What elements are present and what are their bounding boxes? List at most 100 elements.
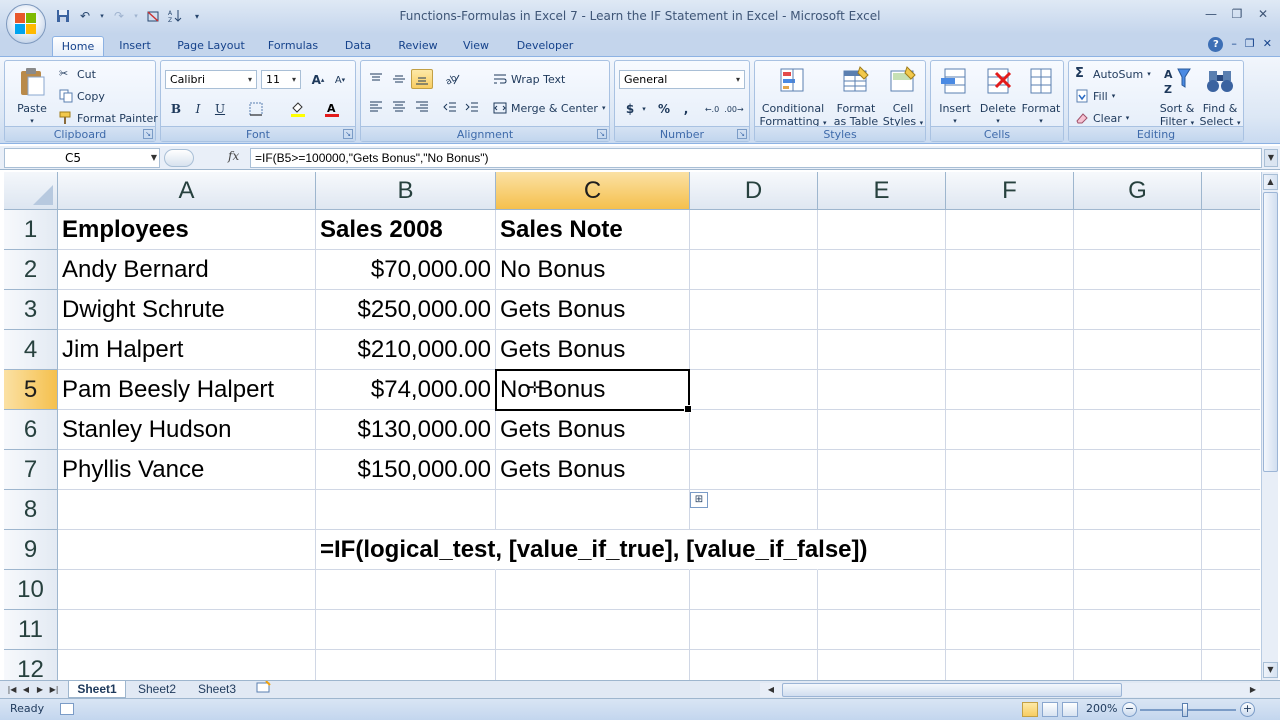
cell-h4[interactable] [1202, 330, 1260, 370]
row-header-10[interactable]: 10 [4, 570, 58, 610]
wrap-text-button[interactable]: Wrap Text [493, 72, 565, 86]
row-header-3[interactable]: 3 [4, 290, 58, 330]
font-name-combo[interactable]: Calibri ▾ [165, 70, 257, 89]
cell-d11[interactable] [690, 610, 818, 650]
chevron-down-icon[interactable]: ▾ [639, 99, 649, 119]
sort-filter-button[interactable]: AZ Sort & Filter ▾ [1155, 65, 1199, 130]
cell-styles-button[interactable]: Cell Styles ▾ [881, 65, 925, 130]
cell-c3[interactable]: Gets Bonus [496, 290, 690, 330]
scroll-left-icon[interactable]: ◀ [764, 683, 778, 697]
align-bottom-icon[interactable] [411, 69, 433, 89]
cell-h1[interactable] [1202, 210, 1260, 250]
cell-e7[interactable] [818, 450, 946, 490]
cell-b8[interactable] [316, 490, 496, 530]
column-header-partial[interactable] [1202, 172, 1260, 210]
increase-decimal-icon[interactable]: ←.0 [701, 99, 723, 119]
cell-f11[interactable] [946, 610, 1074, 650]
cell-g2[interactable] [1074, 250, 1202, 290]
expand-formula-bar-icon[interactable]: ▼ [1264, 149, 1278, 167]
cell-g9[interactable] [1074, 530, 1202, 570]
cell-b1[interactable]: Sales 2008 [316, 210, 496, 250]
cell-b2[interactable]: $70,000.00 [316, 250, 496, 290]
row-header-8[interactable]: 8 [4, 490, 58, 530]
horizontal-scroll-thumb[interactable] [782, 683, 1122, 697]
cell-f6[interactable] [946, 410, 1074, 450]
bold-button[interactable]: B [165, 99, 187, 119]
cell-e10[interactable] [818, 570, 946, 610]
cell-g4[interactable] [1074, 330, 1202, 370]
formula-input[interactable]: =IF(B5>=100000,"Gets Bonus","No Bonus") [250, 148, 1262, 168]
workbook-minimize-icon[interactable]: – [1231, 37, 1237, 52]
tab-review[interactable]: Review [392, 36, 444, 56]
currency-button[interactable]: $ [619, 99, 641, 119]
cell-b5[interactable]: $74,000.00 [316, 370, 496, 410]
paste-options-icon[interactable]: ⊞ [690, 492, 708, 508]
cell-g10[interactable] [1074, 570, 1202, 610]
worksheet-grid[interactable]: A B C D E F G 1 2 3 4 5 6 7 8 9 10 11 12… [4, 172, 1260, 680]
row-header-6[interactable]: 6 [4, 410, 58, 450]
decrease-indent-icon[interactable] [439, 97, 461, 117]
column-header-c[interactable]: C [496, 172, 690, 210]
cell-c1[interactable]: Sales Note [496, 210, 690, 250]
cell-e3[interactable] [818, 290, 946, 330]
shrink-font-icon[interactable]: A ▾ [329, 70, 351, 90]
cell-b6[interactable]: $130,000.00 [316, 410, 496, 450]
cell-e12[interactable] [818, 650, 946, 680]
minimize-icon[interactable]: — [1198, 4, 1224, 24]
tab-formulas[interactable]: Formulas [262, 36, 324, 56]
cell-h3[interactable] [1202, 290, 1260, 330]
format-cells-button[interactable]: Format ▾ [1019, 65, 1063, 128]
cell-d2[interactable] [690, 250, 818, 290]
cell-a8[interactable] [58, 490, 316, 530]
cell-d10[interactable] [690, 570, 818, 610]
name-box[interactable]: C5 ▼ [4, 148, 160, 168]
cell-d12[interactable] [690, 650, 818, 680]
cell-e8[interactable] [818, 490, 946, 530]
comma-button[interactable]: , [675, 99, 697, 119]
cell-h5[interactable] [1202, 370, 1260, 410]
cell-b10[interactable] [316, 570, 496, 610]
tab-insert[interactable]: Insert [112, 36, 158, 56]
tab-developer[interactable]: Developer [508, 36, 582, 56]
cell-h7[interactable] [1202, 450, 1260, 490]
conditional-formatting-button[interactable]: Conditional Formatting ▾ [757, 65, 829, 130]
row-header-9[interactable]: 9 [4, 530, 58, 570]
cell-c12[interactable] [496, 650, 690, 680]
cell-f3[interactable] [946, 290, 1074, 330]
cell-c11[interactable] [496, 610, 690, 650]
cell-f8[interactable] [946, 490, 1074, 530]
cell-f7[interactable] [946, 450, 1074, 490]
grow-font-icon[interactable]: A ▴ [307, 70, 329, 90]
cell-d4[interactable] [690, 330, 818, 370]
align-center-icon[interactable] [388, 97, 410, 117]
cell-f1[interactable] [946, 210, 1074, 250]
increase-indent-icon[interactable] [461, 97, 483, 117]
cell-h2[interactable] [1202, 250, 1260, 290]
cell-e1[interactable] [818, 210, 946, 250]
font-launcher-icon[interactable]: ↘ [343, 129, 353, 139]
scroll-up-icon[interactable]: ▲ [1263, 174, 1278, 190]
cell-f4[interactable] [946, 330, 1074, 370]
cell-f10[interactable] [946, 570, 1074, 610]
cell-a2[interactable]: Andy Bernard [58, 250, 316, 290]
cell-g7[interactable] [1074, 450, 1202, 490]
format-painter-button[interactable]: Format Painter [59, 111, 158, 125]
cell-e4[interactable] [818, 330, 946, 370]
column-header-d[interactable]: D [690, 172, 818, 210]
zoom-out-icon[interactable]: − [1122, 702, 1137, 717]
fill-color-icon[interactable] [287, 99, 309, 119]
copy-button[interactable]: Copy [59, 89, 105, 103]
zoom-slider[interactable] [1140, 709, 1236, 711]
cell-e6[interactable] [818, 410, 946, 450]
column-header-b[interactable]: B [316, 172, 496, 210]
row-header-1[interactable]: 1 [4, 210, 58, 250]
fill-button[interactable]: Fill ▾ [1075, 89, 1115, 103]
horizontal-scrollbar[interactable]: ◀ ▶ [760, 683, 1260, 697]
cell-b4[interactable]: $210,000.00 [316, 330, 496, 370]
cell-h8[interactable] [1202, 490, 1260, 530]
cell-g12[interactable] [1074, 650, 1202, 680]
clipboard-launcher-icon[interactable]: ↘ [143, 129, 153, 139]
cell-b7[interactable]: $150,000.00 [316, 450, 496, 490]
cell-f12[interactable] [946, 650, 1074, 680]
column-header-e[interactable]: E [818, 172, 946, 210]
